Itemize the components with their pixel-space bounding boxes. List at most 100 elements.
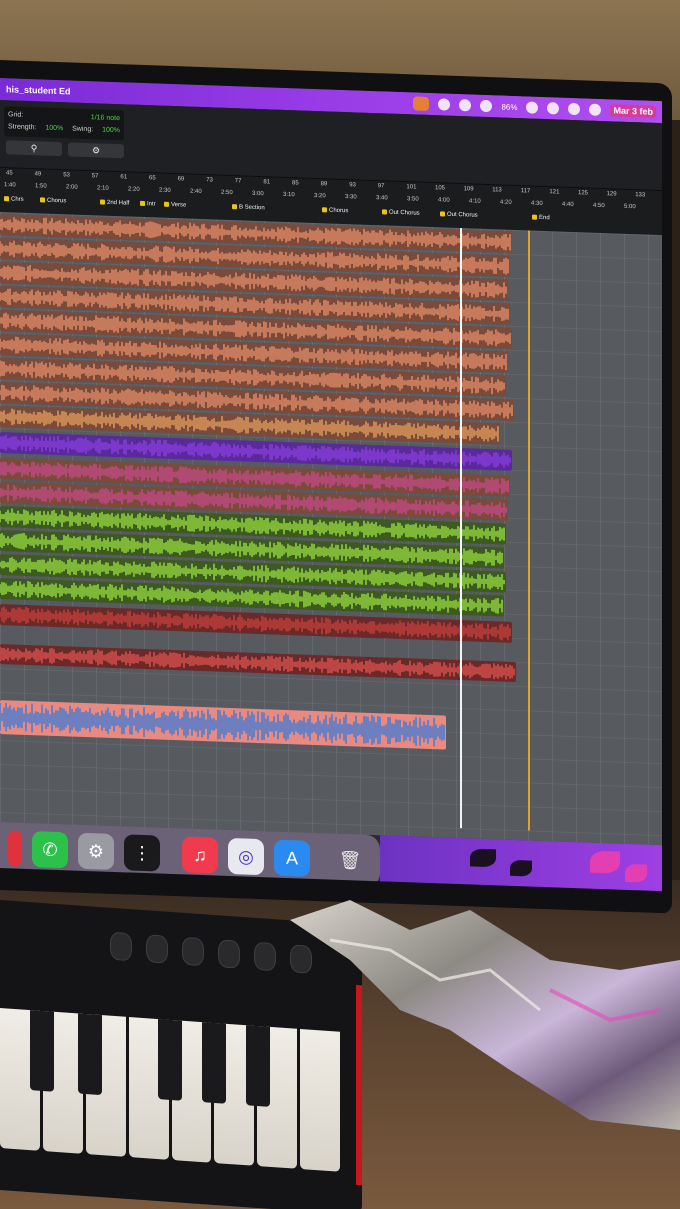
- search-icon: ⚲: [30, 143, 38, 154]
- search-icon[interactable]: [568, 102, 581, 116]
- whatsapp-icon[interactable]: ✆: [32, 831, 68, 869]
- music-icon[interactable]: ♫: [182, 836, 218, 874]
- system-settings-icon[interactable]: ⚙: [78, 832, 114, 870]
- bar-number: 65: [149, 175, 156, 182]
- battery-percentage: 86%: [501, 102, 518, 112]
- bar-number: 77: [234, 178, 242, 185]
- end-marker-line: [528, 230, 530, 831]
- window-title: his_student Ed: [6, 84, 71, 97]
- arrangement-marker[interactable]: Chrs: [4, 196, 24, 202]
- strength-value[interactable]: 100%: [45, 124, 63, 132]
- bar-number: 117: [520, 188, 531, 195]
- black-key[interactable]: [202, 1022, 226, 1104]
- black-key[interactable]: [246, 1025, 270, 1107]
- trash-icon[interactable]: 🗑: [332, 842, 368, 879]
- bar-number: 125: [578, 190, 589, 197]
- clock-date[interactable]: Mar 3 feb: [610, 104, 656, 118]
- knob[interactable]: [218, 939, 240, 969]
- audio-region[interactable]: [0, 700, 446, 750]
- time-label: 4:50: [593, 202, 605, 210]
- arrangement-marker[interactable]: Intr: [140, 201, 156, 207]
- time-label: 3:40: [376, 195, 388, 202]
- time-label: 1:40: [4, 182, 16, 189]
- arrangement-marker[interactable]: 2nd Half: [100, 199, 129, 207]
- swing-value[interactable]: 100%: [102, 126, 120, 134]
- search-button[interactable]: ⚲: [6, 140, 62, 157]
- bar-number: 45: [6, 170, 13, 177]
- waveform-path: [0, 646, 515, 680]
- play-icon[interactable]: [480, 99, 493, 113]
- bar-number: 53: [63, 172, 70, 179]
- black-key[interactable]: [158, 1019, 182, 1101]
- bar-number: 73: [206, 177, 213, 184]
- waveform-path: [0, 702, 445, 747]
- logic-icon[interactable]: ◎: [228, 837, 264, 876]
- quantize-panel: Grid: 1/16 note Strength: 100% Swing: 10…: [4, 106, 124, 141]
- bar-number: 129: [606, 191, 617, 198]
- monitor: his_student Ed 86% Mar 3 feb Grid: 1/16 …: [0, 60, 672, 914]
- microphone-icon[interactable]: [413, 96, 430, 111]
- knob[interactable]: [146, 934, 168, 964]
- foil-wrapper: [290, 900, 680, 1130]
- time-label: 3:10: [283, 191, 295, 199]
- wifi-icon[interactable]: [547, 102, 560, 115]
- black-key[interactable]: [78, 1013, 102, 1096]
- battery-icon[interactable]: [526, 101, 539, 114]
- bar-number: 61: [120, 174, 128, 181]
- notification-icon[interactable]: [438, 98, 451, 111]
- playhead[interactable]: [460, 228, 462, 829]
- bar-number: 69: [177, 176, 185, 183]
- time-label: 3:00: [252, 190, 264, 198]
- voice-memos-icon[interactable]: ⋮: [124, 834, 160, 872]
- time-label: 2:00: [66, 184, 78, 191]
- time-label: 4:30: [531, 200, 543, 207]
- time-label: 2:40: [190, 188, 202, 196]
- time-label: 5:00: [624, 203, 636, 211]
- app-status-icon[interactable]: [459, 99, 472, 112]
- grid-value[interactable]: 1/16 note: [91, 114, 120, 122]
- arrangement-marker[interactable]: Chorus: [322, 207, 348, 215]
- black-key[interactable]: [30, 1010, 54, 1092]
- control-center-icon[interactable]: [589, 103, 602, 117]
- grid-label: Grid:: [8, 110, 24, 119]
- time-label: 3:20: [314, 192, 326, 200]
- app-store-icon[interactable]: A: [274, 839, 310, 877]
- time-label: 4:20: [500, 199, 512, 206]
- time-label: 4:10: [469, 198, 481, 205]
- arrangement-marker[interactable]: Verse: [164, 202, 186, 209]
- bar-number: 105: [435, 185, 446, 192]
- arrangement-marker[interactable]: End: [532, 215, 550, 221]
- leaf-decoration: [625, 863, 647, 883]
- app-partial-icon[interactable]: [8, 830, 22, 867]
- knob[interactable]: [182, 936, 204, 967]
- leaf-decoration: [470, 848, 496, 868]
- bar-number: 85: [292, 180, 299, 187]
- waveform: [0, 646, 515, 680]
- arrangement-area[interactable]: [0, 212, 662, 846]
- arrangement-marker[interactable]: Chorus: [40, 197, 66, 205]
- arrangement-marker[interactable]: Out Chorus: [440, 211, 478, 219]
- leaf-decoration: [510, 859, 532, 877]
- time-label: 3:50: [407, 196, 419, 203]
- time-label: 4:00: [438, 197, 450, 204]
- time-label: 2:10: [97, 185, 109, 192]
- strength-label: Strength:: [8, 122, 37, 131]
- arrangement-marker[interactable]: Out Chorus: [382, 209, 420, 217]
- swing-label: Swing:: [72, 125, 94, 133]
- desktop-wallpaper: [380, 835, 662, 892]
- time-label: 2:30: [159, 187, 171, 194]
- bar-number: 133: [635, 192, 646, 199]
- knob[interactable]: [110, 931, 132, 962]
- time-label: 3:30: [345, 194, 357, 201]
- settings-button[interactable]: ⚙: [68, 142, 124, 159]
- knob-row: [0, 910, 340, 1004]
- waveform: [0, 702, 445, 747]
- audio-region[interactable]: [0, 644, 516, 683]
- time-label: 1:50: [35, 183, 47, 190]
- time-label: 2:20: [128, 186, 140, 193]
- bar-number: 101: [406, 184, 417, 191]
- arrangement-marker[interactable]: B Section: [232, 204, 265, 211]
- bar-number: 113: [492, 187, 502, 194]
- knob[interactable]: [254, 941, 276, 972]
- gear-icon: ⚙: [91, 145, 101, 156]
